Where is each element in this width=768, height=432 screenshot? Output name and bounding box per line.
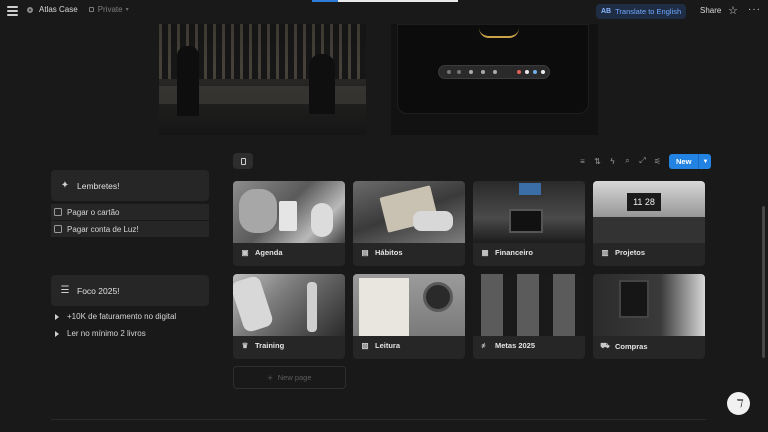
checkbox[interactable]: [54, 208, 62, 216]
todo-item[interactable]: Pagar o cartão: [51, 204, 209, 220]
plus-icon: +: [267, 372, 273, 383]
focus-callout: ☰ Foco 2025!: [51, 275, 209, 306]
checklist-icon: ☰: [60, 285, 70, 296]
card-title: Financeiro: [495, 248, 533, 257]
gallery-card-projetos[interactable]: 11 28 ▥ Projetos: [593, 181, 705, 266]
visibility-label: Private: [97, 5, 123, 14]
page-title: Atlas Case: [39, 5, 78, 14]
book-icon: ▤: [361, 248, 369, 257]
card-title: Agenda: [255, 248, 283, 257]
cart-icon: ⛟: [600, 341, 610, 350]
card-cover: [353, 181, 465, 243]
gallery-card-leitura[interactable]: ▧ Leitura: [353, 274, 465, 359]
toggle-label: +10K de faturamento no digital: [67, 312, 177, 321]
gallery-card-compras[interactable]: ⛟ Compras: [593, 274, 705, 359]
toggle-arrow-icon[interactable]: [55, 330, 59, 337]
translate-icon: AB: [601, 8, 612, 15]
menu-icon[interactable]: [7, 6, 18, 16]
divider: [51, 419, 706, 420]
top-bar: Atlas Case Private ▾ AB Translate to Eng…: [0, 0, 768, 24]
lock-icon: [88, 7, 94, 12]
expand-icon[interactable]: ⤢: [635, 154, 650, 168]
share-button[interactable]: Share: [700, 6, 721, 15]
visibility-selector[interactable]: Private ▾: [88, 5, 129, 14]
trophy-icon: ♛: [241, 341, 249, 350]
card-title: Compras: [615, 341, 648, 351]
translate-label: Translate to English: [615, 7, 682, 16]
more-options-icon[interactable]: ···: [748, 4, 761, 15]
bar-photo: [159, 24, 366, 135]
goals-icon: ≢: [481, 341, 489, 350]
card-title: Training: [255, 341, 285, 350]
sort-icon[interactable]: ⇅: [590, 154, 605, 168]
card-cover: [353, 274, 465, 336]
todo-label: Pagar o cartão: [67, 207, 120, 217]
chevron-down-icon[interactable]: ▼: [698, 154, 712, 169]
checkbox[interactable]: [54, 225, 62, 233]
breadcrumb[interactable]: Atlas Case Private ▾: [27, 5, 129, 14]
gallery-card-agenda[interactable]: ▣ Agenda: [233, 181, 345, 266]
toggle-item[interactable]: +10K de faturamento no digital: [55, 312, 176, 321]
database-tools: ≡ ⇅ ϟ ⌕ ⤢ ⚟: [575, 154, 665, 168]
toggle-label: Ler no mínimo 2 livros: [67, 329, 146, 338]
scrollbar[interactable]: [762, 206, 765, 358]
card-cover: [233, 181, 345, 243]
new-button-label[interactable]: New: [669, 154, 699, 169]
new-page-button[interactable]: + New page: [233, 366, 346, 389]
translate-button[interactable]: AB Translate to English: [596, 4, 687, 19]
card-cover: 11 28: [593, 181, 705, 243]
new-page-label: New page: [277, 373, 312, 382]
sparkle-icon: ✦: [60, 180, 70, 191]
toggle-item[interactable]: Ler no mínimo 2 livros: [55, 329, 146, 338]
view-tab[interactable]: [233, 153, 253, 169]
chevron-down-icon: ▾: [125, 7, 129, 13]
gallery-card-financeiro[interactable]: ▦ Financeiro: [473, 181, 585, 266]
filter-icon[interactable]: ≡: [575, 154, 590, 168]
help-button[interactable]: ℸ: [727, 392, 750, 415]
gallery-card-habitos[interactable]: ▤ Hábitos: [353, 181, 465, 266]
reminders-title: Lembretes!: [77, 180, 120, 191]
card-title: Projetos: [615, 248, 646, 257]
card-title: Metas 2025: [495, 341, 536, 350]
chart-icon: ▥: [601, 248, 609, 257]
new-button[interactable]: New ▼: [669, 154, 712, 169]
gallery-card-training[interactable]: ♛ Training: [233, 274, 345, 359]
card-cover: [473, 274, 585, 336]
toggle-arrow-icon[interactable]: [55, 313, 59, 320]
star-icon[interactable]: ☆: [728, 4, 738, 17]
desk-photo: [391, 24, 598, 135]
document-icon: ▧: [361, 341, 369, 350]
wallet-icon: ▦: [481, 248, 489, 257]
card-cover: [233, 274, 345, 336]
page-icon: [27, 6, 33, 13]
settings-icon[interactable]: ⚟: [650, 154, 665, 168]
todo-item[interactable]: Pagar conta de Luz!: [51, 221, 209, 237]
card-title: Hábitos: [375, 248, 403, 257]
search-icon[interactable]: ⌕: [620, 154, 635, 168]
lightning-icon[interactable]: ϟ: [605, 154, 620, 168]
focus-title: Foco 2025!: [77, 285, 120, 296]
card-cover: [593, 274, 705, 336]
card-title: Leitura: [375, 341, 401, 350]
todo-label: Pagar conta de Luz!: [67, 224, 139, 234]
gallery-card-metas[interactable]: ≢ Metas 2025: [473, 274, 585, 359]
loading-indicator: [312, 0, 458, 2]
card-cover: [473, 181, 585, 243]
reminders-callout: ✦ Lembretes!: [51, 170, 209, 201]
gallery-view-icon: [240, 157, 246, 165]
calendar-icon: ▣: [241, 248, 249, 257]
